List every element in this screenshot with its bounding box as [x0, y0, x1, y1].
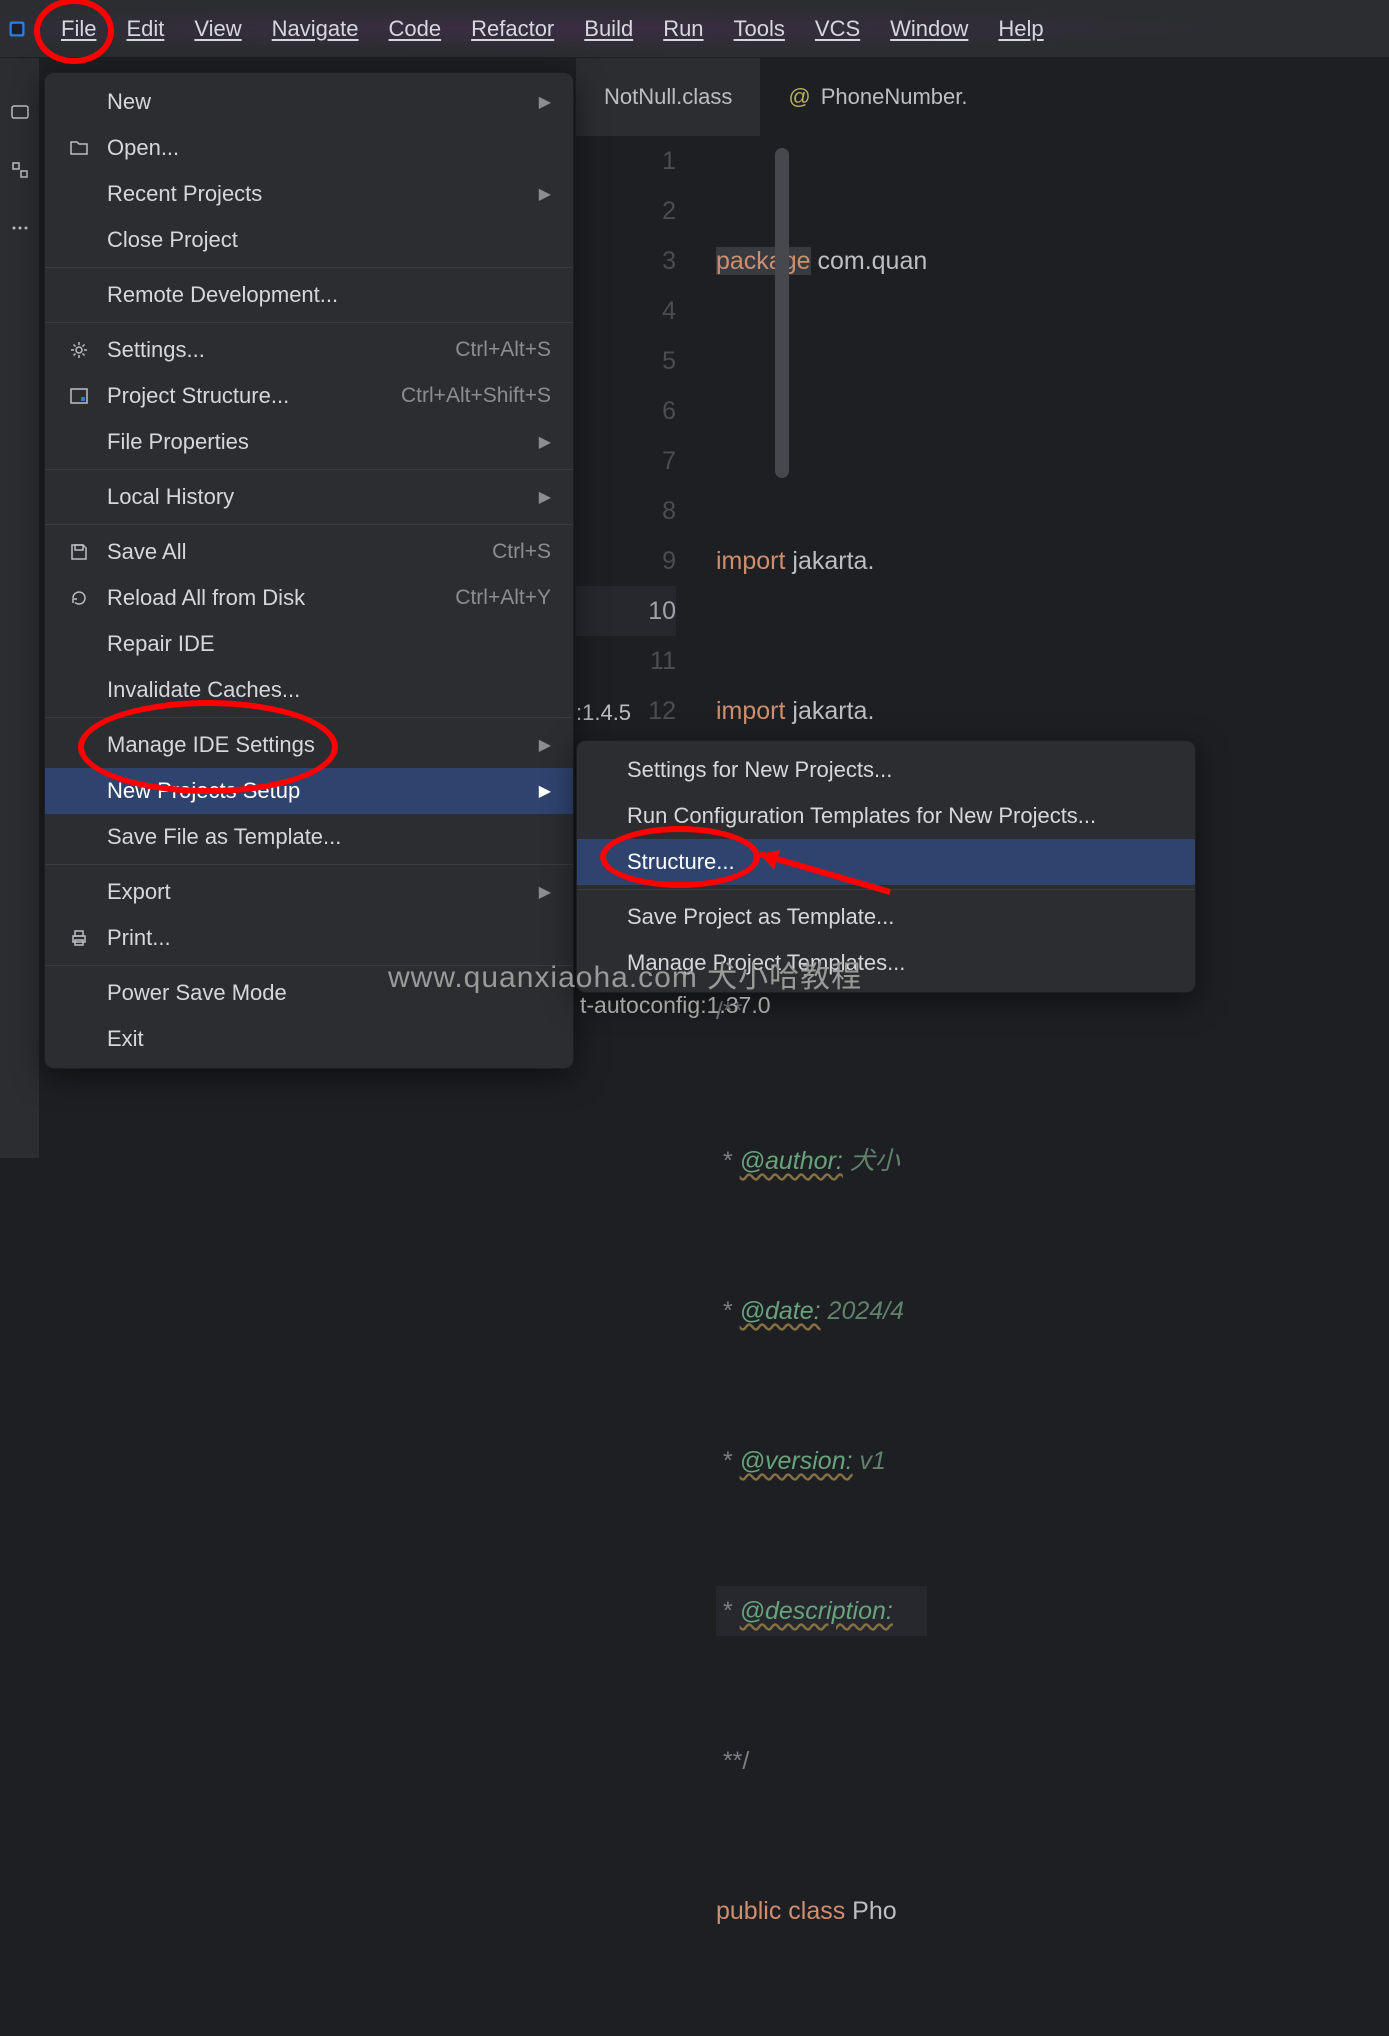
- menu-save-all[interactable]: Save AllCtrl+S: [45, 529, 573, 575]
- tool-button-structure[interactable]: [6, 156, 34, 184]
- file-dropdown: New▶ Open... Recent Projects▶ Close Proj…: [44, 72, 574, 1069]
- tab-label: PhoneNumber.: [821, 84, 968, 110]
- menu-exit[interactable]: Exit: [45, 1016, 573, 1062]
- menu-run[interactable]: Run: [648, 0, 718, 58]
- editor-area: NotNull.class @ PhoneNumber. 1 2 3 4 5 6…: [576, 58, 1389, 1159]
- structure-icon: [67, 387, 91, 405]
- menu-help[interactable]: Help: [983, 0, 1058, 58]
- menu-save-file-template[interactable]: Save File as Template...: [45, 814, 573, 860]
- gutter: 1 2 3 4 5 6 7 8 9 10 11 12: [576, 136, 716, 2036]
- menu-remote-dev[interactable]: Remote Development...: [45, 272, 573, 318]
- gear-icon: [67, 340, 91, 360]
- menu-refactor[interactable]: Refactor: [456, 0, 569, 58]
- menu-view[interactable]: View: [179, 0, 256, 58]
- app-icon: [8, 20, 26, 38]
- menu-power-save[interactable]: Power Save Mode: [45, 970, 573, 1016]
- reload-icon: [67, 588, 91, 608]
- menu-manage-ide[interactable]: Manage IDE Settings▶: [45, 722, 573, 768]
- tab-phonenumber[interactable]: @ PhoneNumber.: [760, 58, 995, 136]
- menu-local-history[interactable]: Local History▶: [45, 474, 573, 520]
- menu-tools[interactable]: Tools: [719, 0, 800, 58]
- menu-invalidate[interactable]: Invalidate Caches...: [45, 667, 573, 713]
- print-icon: [67, 928, 91, 948]
- menu-recent[interactable]: Recent Projects▶: [45, 171, 573, 217]
- menu-export[interactable]: Export▶: [45, 869, 573, 915]
- menu-build[interactable]: Build: [569, 0, 648, 58]
- tool-button-more[interactable]: [6, 214, 34, 242]
- menubar: File Edit View Navigate Code Refactor Bu…: [0, 0, 1389, 58]
- scrollbar-thumb[interactable]: [775, 148, 789, 478]
- tool-button-project[interactable]: [6, 98, 34, 126]
- submenu-manage-proj[interactable]: Manage Project Templates...: [577, 940, 1195, 986]
- menu-file-properties[interactable]: File Properties▶: [45, 419, 573, 465]
- menu-code[interactable]: Code: [374, 0, 457, 58]
- menu-print[interactable]: Print...: [45, 915, 573, 961]
- tab-notnull[interactable]: NotNull.class: [576, 58, 760, 136]
- submenu-settings-np[interactable]: Settings for New Projects...: [577, 747, 1195, 793]
- menu-new-projects-setup[interactable]: New Projects Setup▶: [45, 768, 573, 814]
- menu-edit[interactable]: Edit: [111, 0, 179, 58]
- code-area[interactable]: package com.quan import jakarta. import …: [716, 136, 927, 2036]
- menu-close-project[interactable]: Close Project: [45, 217, 573, 263]
- editor-body[interactable]: 1 2 3 4 5 6 7 8 9 10 11 12 package com.q…: [576, 136, 1389, 2036]
- menu-project-structure[interactable]: Project Structure...Ctrl+Alt+Shift+S: [45, 373, 573, 419]
- tool-window-sidebar: [0, 58, 40, 1158]
- tab-label: NotNull.class: [604, 84, 732, 110]
- menu-vcs[interactable]: VCS: [800, 0, 875, 58]
- menu-open[interactable]: Open...: [45, 125, 573, 171]
- submenu-structure[interactable]: Structure...: [577, 839, 1195, 885]
- menu-window[interactable]: Window: [875, 0, 983, 58]
- menu-repair[interactable]: Repair IDE: [45, 621, 573, 667]
- submenu-run-cfg[interactable]: Run Configuration Templates for New Proj…: [577, 793, 1195, 839]
- menu-navigate[interactable]: Navigate: [257, 0, 374, 58]
- save-icon: [67, 542, 91, 562]
- submenu-save-proj[interactable]: Save Project as Template...: [577, 894, 1195, 940]
- folder-icon: [67, 139, 91, 157]
- menu-file[interactable]: File: [46, 0, 111, 58]
- menu-settings[interactable]: Settings...Ctrl+Alt+S: [45, 327, 573, 373]
- version-fragment: :1.4.5: [576, 700, 631, 726]
- new-projects-setup-submenu: Settings for New Projects... Run Configu…: [576, 740, 1196, 993]
- menu-reload[interactable]: Reload All from DiskCtrl+Alt+Y: [45, 575, 573, 621]
- menu-new[interactable]: New▶: [45, 79, 573, 125]
- editor-tabs: NotNull.class @ PhoneNumber.: [576, 58, 1389, 136]
